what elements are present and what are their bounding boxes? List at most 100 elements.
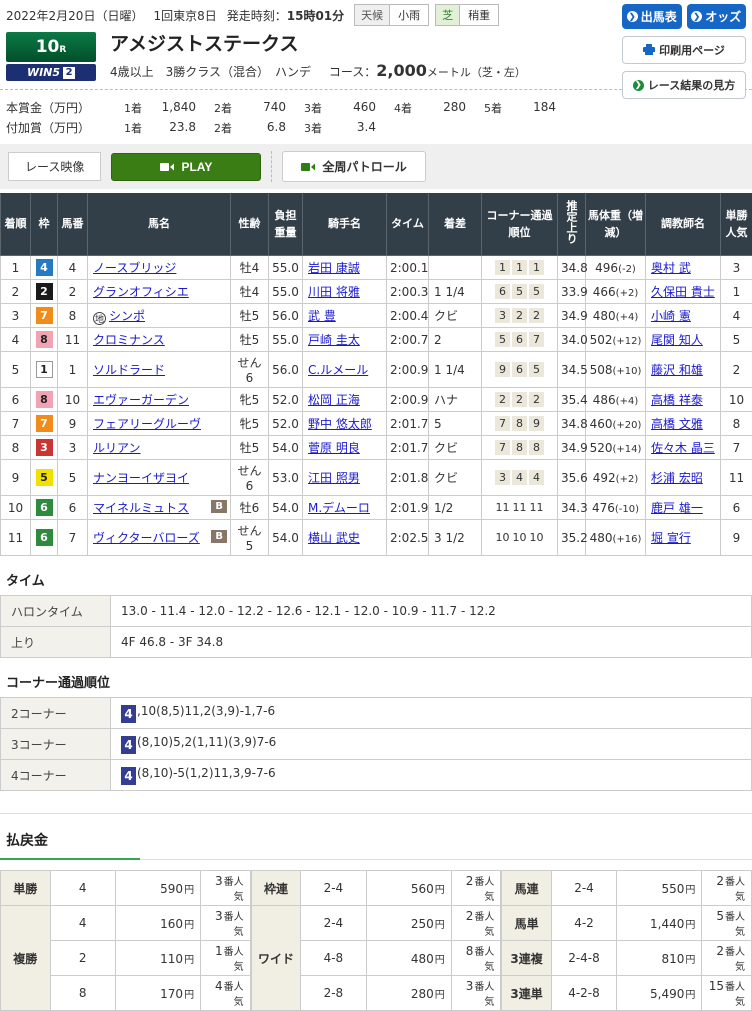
jockey-link[interactable]: 江田 照男 (308, 471, 360, 485)
odds-button[interactable]: ❯ オッズ (687, 4, 747, 29)
margin: 3 1/2 (429, 520, 482, 556)
finish-position: 7 (1, 412, 31, 436)
last-furlongs-value: 4F 46.8 - 3F 34.8 (111, 627, 752, 658)
corner-position: 11 (529, 500, 544, 515)
popularity-unit: 番人気 (224, 912, 244, 938)
column-header-label: 馬番 (62, 217, 84, 230)
prize-amount-value: 280 (420, 100, 466, 116)
trainer-link[interactable]: 堀 宣行 (651, 531, 691, 545)
prize-amount-value: 6.8 (240, 120, 286, 136)
going-value: 稍重 (460, 5, 498, 25)
horse-name-link[interactable]: ソルドラード (93, 363, 165, 377)
trainer-link[interactable]: 鹿戸 雄一 (651, 501, 703, 515)
jockey-link[interactable]: M.デムーロ (308, 501, 370, 515)
frame-badge: 7 (36, 415, 53, 432)
horse-name-link[interactable]: エヴァーガーデン (93, 393, 189, 407)
jockey-link[interactable]: 横山 武史 (308, 531, 360, 545)
horse-name-link[interactable]: ノースブリッジ (93, 261, 176, 275)
furlong-time-value: 13.0 - 11.4 - 12.0 - 12.2 - 12.6 - 12.1 … (111, 596, 752, 627)
jockey-link[interactable]: 松岡 正海 (308, 393, 360, 407)
payout-combination: 2-4 (301, 906, 366, 941)
popularity-unit: 番人気 (474, 912, 494, 938)
horse-name-link[interactable]: ヴィクターバローズ (93, 531, 200, 545)
horse-number: 3 (58, 436, 88, 460)
start-time-value: 15時01分 (287, 7, 344, 24)
trainer-link[interactable]: 久保田 貴士 (651, 285, 715, 299)
horse-name-link[interactable]: マイネルミュトス (93, 501, 189, 515)
corner-2-row: 2コーナー 4,10(8,5)11,2(3,9)-1,7-6 (1, 698, 752, 729)
frame-badge: 8 (36, 391, 53, 408)
column-header: 単勝人気 (721, 194, 752, 256)
column-header: 性齢 (231, 194, 269, 256)
results-header-row: 着順枠馬番馬名性齢負担重量騎手名タイム着差コーナー通過順位推定上り馬体重（増減）… (1, 194, 752, 256)
payout-row: 複勝4160円3番人気 (1, 906, 251, 941)
race-texts: アメジストステークス 4歳以上 3勝クラス（混合） ハンデ コース：2,000メ… (96, 32, 526, 81)
last-3f: 34.3 (558, 496, 586, 520)
prize-main-row: 本賞金（万円） 1着1,8402着7403着4604着2805着184 (6, 99, 746, 116)
payout-popularity: 2番人気 (451, 906, 501, 941)
leader-number-box: 4 (121, 705, 136, 723)
play-button[interactable]: PLAY (111, 153, 261, 181)
entries-button[interactable]: ❯ 出馬表 (622, 4, 682, 29)
payout-popularity: 1番人気 (201, 941, 251, 976)
corner-positions: 222 (482, 388, 558, 412)
trainer-link[interactable]: 高橋 祥泰 (651, 393, 703, 407)
trainer-link[interactable]: 杉浦 宏昭 (651, 471, 703, 485)
horse-name-link[interactable]: グランオフィシエ (93, 285, 189, 299)
horse-name-link[interactable]: クロミナンス (93, 333, 165, 347)
trainer-link[interactable]: 佐々木 晶三 (651, 441, 715, 455)
weather-badge: 天候 小雨 (354, 4, 429, 26)
horse-name-link[interactable]: フェアリーグルーヴ (93, 417, 201, 431)
video-camera-icon (160, 162, 175, 172)
horse-name-link[interactable]: ナンヨーイザヨイ (93, 471, 189, 485)
column-header: 調教師名 (646, 194, 721, 256)
sex-age: せん6 (231, 352, 269, 388)
payout-table: 単勝4590円3番人気複勝4160円3番人気2110円1番人気8170円4番人気 (0, 870, 251, 1011)
jockey-cell: 岩田 康誠 (303, 256, 387, 280)
corner-position: 10 (495, 530, 510, 545)
jockey-link[interactable]: 武 豊 (308, 309, 336, 323)
jockey-link[interactable]: 菅原 明良 (308, 441, 360, 455)
race-title: アメジストステークス (110, 32, 526, 57)
sex-age: 牡5 (231, 328, 269, 352)
trainer-cell: 佐々木 晶三 (646, 436, 721, 460)
horse-name-cell: ヴィクターバローズB (88, 520, 231, 556)
jockey-link[interactable]: 岩田 康誠 (308, 261, 360, 275)
popularity-unit: 番人気 (474, 947, 494, 973)
trainer-link[interactable]: 高橋 文雅 (651, 417, 703, 431)
prize-amount-value: 1,840 (150, 100, 196, 116)
print-page-button[interactable]: 印刷用ページ (622, 36, 746, 64)
payout-popularity: 3番人気 (201, 906, 251, 941)
horse-name-cell: ルリアン (88, 436, 231, 460)
corner-position: 7 (495, 440, 510, 455)
jockey-link[interactable]: C.ルメール (308, 363, 368, 377)
horse-name-link[interactable]: シンポ (109, 309, 145, 323)
prize-amount-value: 460 (330, 100, 376, 116)
prize-place-label: 2着 (214, 120, 240, 136)
corner-position: 8 (512, 416, 527, 431)
leader-number-box: 4 (121, 767, 136, 785)
column-header-label: 調教師名 (661, 217, 705, 230)
trainer-link[interactable]: 小崎 憲 (651, 309, 691, 323)
meeting-day: 1回東京8日 (153, 7, 216, 24)
prize-place-label: 1着 (124, 120, 150, 136)
carried-weight: 54.0 (269, 436, 303, 460)
last-3f: 35.4 (558, 388, 586, 412)
carried-weight: 56.0 (269, 304, 303, 328)
start-time-label: 発走時刻： (227, 7, 287, 24)
frame-cell: 7 (31, 412, 58, 436)
trainer-link[interactable]: 藤沢 和雄 (651, 363, 703, 377)
jockey-link[interactable]: 野中 悠太郎 (308, 417, 372, 431)
prize-amount-value: 23.8 (150, 120, 196, 136)
last-furlongs-row: 上り 4F 46.8 - 3F 34.8 (1, 627, 752, 658)
jockey-link[interactable]: 川田 将雅 (308, 285, 360, 299)
trainer-link[interactable]: 尾関 知人 (651, 333, 703, 347)
trainer-link[interactable]: 奥村 武 (651, 261, 691, 275)
results-help-button[interactable]: ❯ レース結果の見方 (622, 71, 746, 99)
column-header: 馬番 (58, 194, 88, 256)
corner-position: 2 (512, 308, 527, 323)
patrol-video-button[interactable]: 全周パトロール (282, 151, 425, 182)
jockey-link[interactable]: 戸崎 圭太 (308, 333, 360, 347)
horse-name-link[interactable]: ルリアン (93, 441, 141, 455)
margin: クビ (429, 460, 482, 496)
